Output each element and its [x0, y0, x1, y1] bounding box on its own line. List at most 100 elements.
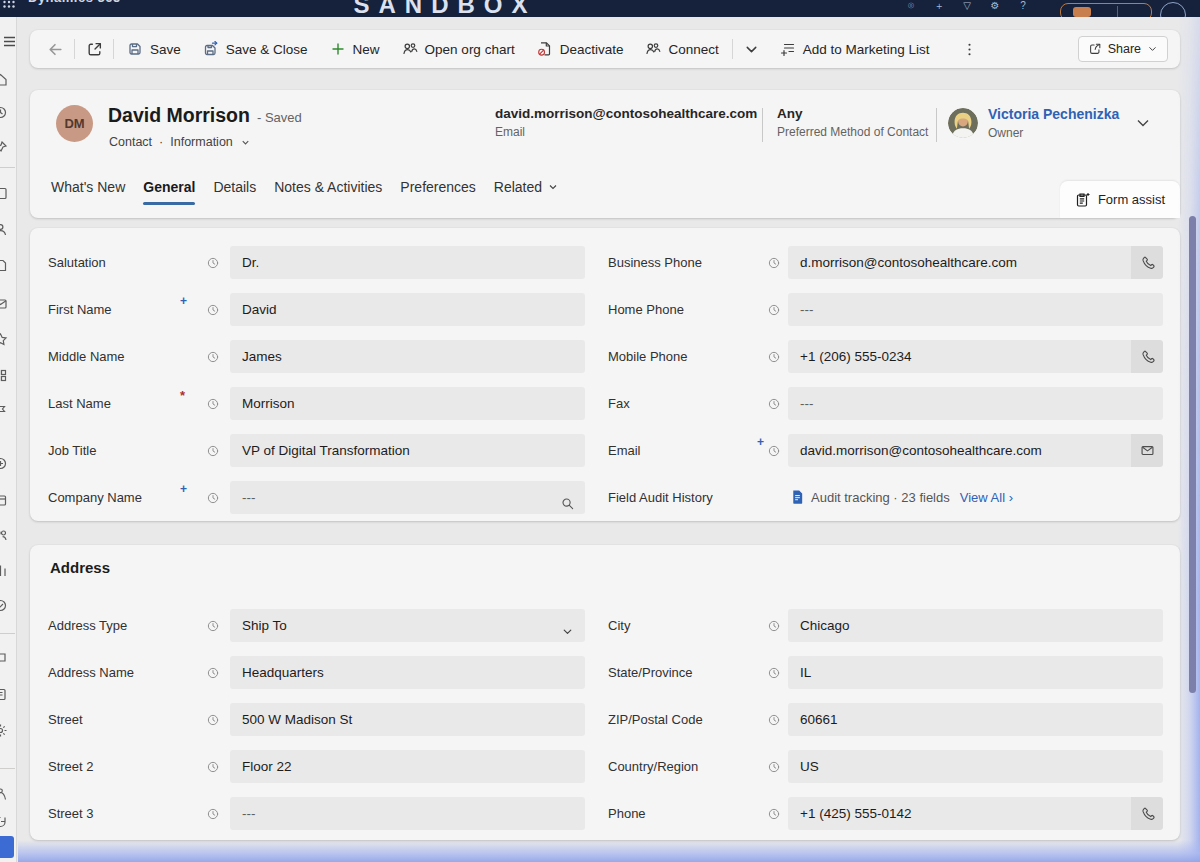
- dropdown-chevron-icon[interactable]: [560, 618, 575, 633]
- field-input-business-phone[interactable]: d.morrison@contosohealthcare.com: [788, 246, 1163, 279]
- nav-pinned-icon[interactable]: [0, 140, 8, 155]
- plus-icon-topbar[interactable]: ＋: [933, 0, 945, 12]
- field-input-phone[interactable]: +1 (425) 555-0142: [788, 797, 1163, 830]
- nav-item-icon[interactable]: [0, 222, 8, 237]
- field-history-icon[interactable]: [767, 303, 781, 317]
- nav-item-icon[interactable]: [0, 456, 8, 471]
- deactivate-button[interactable]: Deactivate: [526, 34, 635, 64]
- field-input-street-2[interactable]: Floor 22: [230, 750, 585, 783]
- form-selector[interactable]: Information: [170, 135, 233, 149]
- tab-general[interactable]: General: [134, 168, 204, 206]
- nav-item-icon[interactable]: [0, 687, 8, 702]
- nav-item-icon[interactable]: [0, 787, 8, 802]
- nav-item-icon[interactable]: [0, 598, 8, 613]
- field-input-company-name[interactable]: ---: [230, 481, 585, 514]
- nav-item-icon[interactable]: [0, 651, 8, 666]
- connect-button[interactable]: Connect: [634, 34, 729, 64]
- field-input-last-name[interactable]: Morrison: [230, 387, 585, 420]
- filter-icon[interactable]: ▽: [961, 0, 973, 12]
- open-org-chart-button[interactable]: Open org chart: [391, 34, 526, 64]
- nav-item-icon[interactable]: [0, 403, 8, 418]
- nav-item-icon[interactable]: [0, 563, 8, 578]
- field-history-icon[interactable]: [206, 303, 220, 317]
- nav-item-icon[interactable]: [0, 258, 8, 273]
- field-history-icon[interactable]: [767, 256, 781, 270]
- user-avatar[interactable]: [1160, 2, 1186, 17]
- field-input-address-name[interactable]: Headquarters: [230, 656, 585, 689]
- header-email-value[interactable]: david.morrison@contosohealthcare.com: [495, 106, 757, 121]
- back-button[interactable]: [38, 34, 72, 64]
- field-input-street-3[interactable]: ---: [230, 797, 585, 830]
- field-history-icon[interactable]: [206, 256, 220, 270]
- field-history-icon[interactable]: [206, 350, 220, 364]
- nav-item-icon[interactable]: [0, 332, 8, 347]
- field-history-icon[interactable]: [767, 666, 781, 680]
- field-input-address-type[interactable]: Ship To: [230, 609, 585, 642]
- gear-icon[interactable]: ⚙: [989, 0, 1001, 12]
- field-input-job-title[interactable]: VP of Digital Transformation: [230, 434, 585, 467]
- tab-details[interactable]: Details: [204, 168, 265, 206]
- owner-name-link[interactable]: Victoria Pechenizka: [988, 106, 1119, 122]
- field-history-icon[interactable]: [767, 807, 781, 821]
- waffle-menu-icon[interactable]: [2, 0, 16, 9]
- header-email-field[interactable]: david.morrison@contosohealthcare.com Ema…: [495, 106, 757, 139]
- more-commands-button[interactable]: [953, 34, 987, 64]
- header-expand-chevron-icon[interactable]: [1135, 115, 1151, 131]
- vertical-scrollbar[interactable]: [1189, 216, 1196, 693]
- tab-notes-activities[interactable]: Notes & Activities: [265, 168, 391, 206]
- field-history-icon[interactable]: [767, 619, 781, 633]
- popout-button[interactable]: [77, 34, 111, 64]
- field-input-street[interactable]: 500 W Madison St: [230, 703, 585, 736]
- field-input-fax[interactable]: ---: [788, 387, 1163, 420]
- new-button[interactable]: New: [319, 34, 391, 64]
- field-history-icon[interactable]: [206, 807, 220, 821]
- nav-item-icon[interactable]: [0, 296, 8, 311]
- form-assist-button[interactable]: Form assist: [1060, 181, 1180, 218]
- nav-home-icon[interactable]: [0, 72, 8, 87]
- help-icon[interactable]: ?: [1017, 0, 1029, 12]
- view-all-link[interactable]: View All ›: [960, 490, 1013, 505]
- field-history-icon[interactable]: [206, 444, 220, 458]
- phone-call-icon[interactable]: [1131, 246, 1163, 279]
- field-history-icon[interactable]: [767, 713, 781, 727]
- field-history-icon[interactable]: [767, 350, 781, 364]
- tab-related[interactable]: Related: [485, 168, 568, 206]
- field-history-icon[interactable]: [767, 444, 781, 458]
- field-input-city[interactable]: Chicago: [788, 609, 1163, 642]
- nav-item-icon[interactable]: [0, 723, 8, 738]
- field-input-country-region[interactable]: US: [788, 750, 1163, 783]
- field-input-zip-postal-code[interactable]: 60661: [788, 703, 1163, 736]
- field-history-icon[interactable]: [767, 397, 781, 411]
- tab-preferences[interactable]: Preferences: [391, 168, 484, 206]
- field-history-icon[interactable]: [206, 491, 220, 505]
- nav-menu-icon[interactable]: [3, 34, 17, 49]
- owner-avatar[interactable]: [948, 108, 978, 138]
- save-close-button[interactable]: Save & Close: [192, 34, 319, 64]
- phone-call-icon[interactable]: [1131, 340, 1163, 373]
- lightbulb-icon[interactable]: ⌾: [905, 0, 917, 12]
- nav-item-icon[interactable]: [0, 528, 8, 543]
- field-history-icon[interactable]: [206, 666, 220, 680]
- overflow-chevron-button[interactable]: [735, 34, 769, 64]
- field-history-icon[interactable]: [206, 397, 220, 411]
- nav-recent-icon[interactable]: [0, 105, 8, 120]
- field-input-email[interactable]: david.morrison@contosohealthcare.com: [788, 434, 1163, 467]
- nav-item-icon[interactable]: [0, 493, 8, 508]
- phone-call-icon[interactable]: [1131, 797, 1163, 830]
- copilot-badge[interactable]: [1060, 3, 1152, 17]
- nav-item-icon[interactable]: [0, 814, 8, 829]
- field-input-salutation[interactable]: Dr.: [230, 246, 585, 279]
- field-history-icon[interactable]: [206, 619, 220, 633]
- chevron-down-icon[interactable]: [240, 137, 251, 148]
- field-history-icon[interactable]: [206, 760, 220, 774]
- field-input-mobile-phone[interactable]: +1 (206) 555-0234: [788, 340, 1163, 373]
- field-input-middle-name[interactable]: James: [230, 340, 585, 373]
- add-marketing-list-button[interactable]: Add to Marketing List: [769, 34, 941, 64]
- field-history-icon[interactable]: [206, 713, 220, 727]
- nav-app-tile[interactable]: [0, 836, 14, 858]
- send-email-icon[interactable]: [1131, 434, 1163, 467]
- save-button[interactable]: Save: [116, 34, 192, 64]
- nav-item-icon[interactable]: [0, 368, 8, 383]
- tab-what-s-new[interactable]: What's New: [42, 168, 134, 206]
- nav-item-icon[interactable]: [0, 186, 8, 201]
